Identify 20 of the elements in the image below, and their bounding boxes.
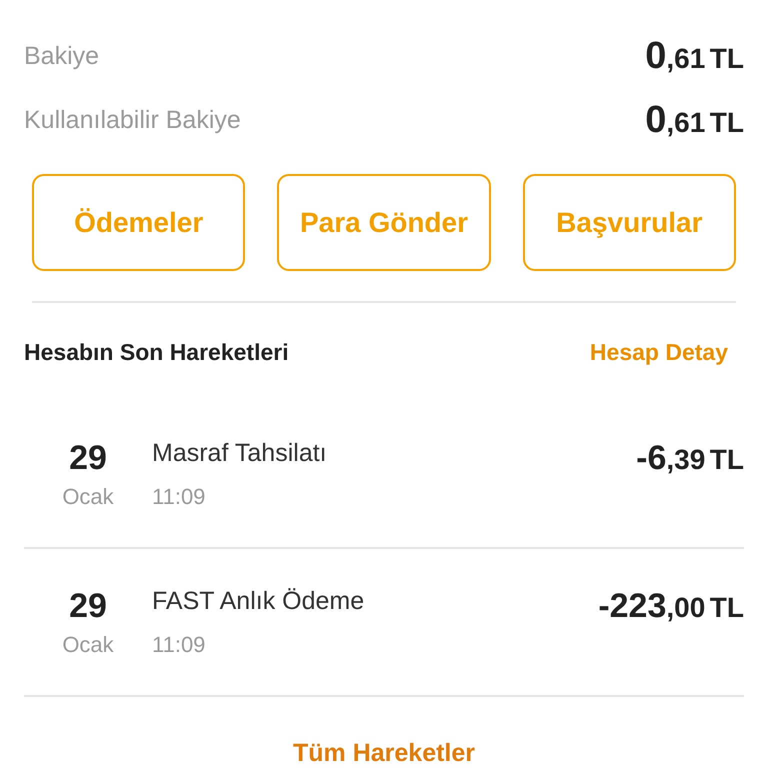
transaction-day: 29 (69, 586, 107, 626)
all-transactions-link[interactable]: Tüm Hareketler (292, 739, 476, 768)
transaction-title: Masraf Tahsilatı (152, 438, 328, 468)
transaction-day: 29 (69, 438, 107, 478)
section-title: Hesabın Son Hareketleri (24, 338, 289, 366)
amount: 0,61TL (645, 34, 744, 78)
amount: -6,39TL (636, 439, 744, 478)
amount: 0,61TL (645, 98, 744, 142)
action-button[interactable]: Ödemeler (32, 174, 246, 271)
balance-label: Kullanılabilir Bakiye (24, 106, 241, 134)
balance-label: Bakiye (24, 42, 100, 70)
transaction-title: FAST Anlık Ödeme (152, 586, 366, 616)
transaction-time: 11:09 (152, 632, 206, 658)
transaction-time: 11:09 (152, 484, 206, 510)
action-button[interactable]: Başvurular (522, 174, 736, 271)
amount: -223,00TL (598, 587, 744, 626)
transaction-month: Ocak (62, 484, 114, 510)
transaction-month: Ocak (62, 632, 114, 658)
action-button[interactable]: Para Gönder (277, 174, 491, 271)
account-detail-link[interactable]: Hesap Detay (590, 338, 728, 366)
